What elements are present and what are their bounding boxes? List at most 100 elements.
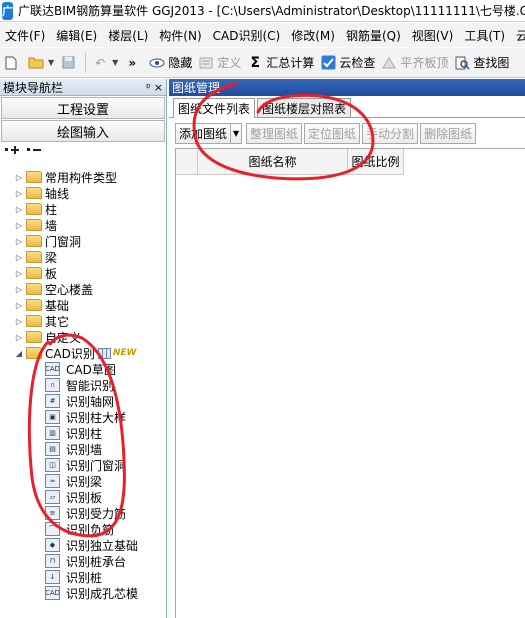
menu-component[interactable]: 构件(N) xyxy=(154,27,207,44)
tree-item[interactable]: ▷ 空心楼盖 xyxy=(0,281,166,297)
find-drawing-label: 查找图 xyxy=(473,56,510,70)
expand-icon[interactable]: ▷ xyxy=(14,316,24,326)
wall-icon: ▤ xyxy=(45,442,60,456)
module-navigation-panel: 模块导航栏 ᵖ × 工程设置 绘图输入 ▷ 常用构件类型 ▷ 轴线 ▷ 柱 ▷ 墙 ▷ 门… xyxy=(0,79,167,618)
negative-rebar-icon: ⌒ xyxy=(45,522,60,536)
tree-item-recognize-negative-rebar[interactable]: ⌒ 识别负筋 xyxy=(0,521,166,537)
organize-drawing-button[interactable]: 整理图纸 xyxy=(246,122,303,144)
tree-item-recognize-isolated-footing[interactable]: ◆ 识别独立基础 xyxy=(0,537,166,553)
chevron-down-icon[interactable]: ▼ xyxy=(48,58,54,67)
tree-item-label: 识别桩 xyxy=(66,570,103,585)
tree-item[interactable]: ▷ 梁 xyxy=(0,249,166,265)
tree-item-recognize-axis[interactable]: # 识别轴网 xyxy=(0,393,166,409)
chevron-down-icon[interactable]: ▼ xyxy=(112,58,118,67)
grid-icon xyxy=(97,347,111,359)
axis-grid-icon: # xyxy=(45,394,60,408)
folder-icon xyxy=(26,283,42,295)
cloud-check-button[interactable]: 云检查 xyxy=(317,51,378,75)
menu-floor[interactable]: 楼层(L) xyxy=(103,27,154,44)
chevron-down-icon[interactable]: ▼ xyxy=(231,122,243,144)
toolbar-overflow-button[interactable]: » xyxy=(121,51,146,75)
menu-edit[interactable]: 编辑(E) xyxy=(51,27,103,44)
tab-drawing-file-list[interactable]: 图纸文件列表 xyxy=(173,98,256,118)
folder-icon xyxy=(26,171,42,183)
add-drawing-button[interactable]: 添加图纸 xyxy=(175,122,232,144)
tree-item[interactable]: ▷ 墙 xyxy=(0,217,166,233)
expand-icon[interactable]: ▷ xyxy=(14,300,24,310)
open-file-button[interactable]: ▼ xyxy=(25,51,57,75)
menu-tools[interactable]: 工具(T) xyxy=(459,27,511,44)
tree-item-recognize-wall[interactable]: ▤ 识别墙 xyxy=(0,441,166,457)
tree-item-recognize-column[interactable]: ▥ 识别柱 xyxy=(0,425,166,441)
menu-cloud[interactable]: 云应用 xyxy=(511,27,525,44)
tree-item[interactable]: ▷ 板 xyxy=(0,265,166,281)
undo-button[interactable]: ↶ ▼ xyxy=(89,51,121,75)
sum-calculate-button[interactable]: Σ 汇总计算 xyxy=(244,51,317,75)
tree-item-label: 识别墙 xyxy=(66,442,103,457)
expand-icon[interactable]: ▷ xyxy=(14,204,24,214)
tree-item[interactable]: ▷ 其它 xyxy=(0,313,166,329)
tree-item-recognize-hole-core-mold[interactable]: CAD 识别成孔芯模 xyxy=(0,585,166,601)
menu-rebar-quantity[interactable]: 钢筋量(Q) xyxy=(341,27,407,44)
tree-item-recognize-door-window[interactable]: ◫ 识别门窗洞 xyxy=(0,457,166,473)
tree-item[interactable]: ▷ 门窗洞 xyxy=(0,233,166,249)
menu-file[interactable]: 文件(F) xyxy=(0,27,51,44)
tree-item[interactable]: ▷ 自定义 xyxy=(0,329,166,345)
collapse-icon[interactable]: ◢ xyxy=(14,348,24,358)
close-icon[interactable]: × xyxy=(154,81,163,94)
tree-item-recognize-column-detail[interactable]: ▣ 识别柱大样 xyxy=(0,409,166,425)
tree-item[interactable]: ▷ 柱 xyxy=(0,201,166,217)
find-drawing-button[interactable]: 查找图 xyxy=(451,51,512,75)
drawing-input-button[interactable]: 绘图输入 xyxy=(1,120,165,142)
column-header-drawing-name[interactable]: 图纸名称 xyxy=(198,149,348,175)
new-file-button[interactable] xyxy=(0,51,25,75)
tree-item-label: 板 xyxy=(45,266,58,281)
expand-icon[interactable]: ▷ xyxy=(14,252,24,262)
delete-drawing-button[interactable]: 删除图纸 xyxy=(420,122,477,144)
tree-item-cad-sketch[interactable]: CAD CAD草图 xyxy=(0,361,166,377)
project-settings-button[interactable]: 工程设置 xyxy=(1,97,165,119)
tree-item-recognize-pile-cap[interactable]: ⊓ 识别桩承台 xyxy=(0,553,166,569)
expand-all-icon[interactable] xyxy=(5,146,21,162)
tree-item-label: CAD识别 xyxy=(45,346,95,361)
tree-item-label: 自定义 xyxy=(45,330,82,345)
menu-view[interactable]: 视图(V) xyxy=(407,27,460,44)
expand-icon[interactable]: ▷ xyxy=(14,188,24,198)
check-icon xyxy=(320,55,336,71)
tree-item[interactable]: ▷ 轴线 xyxy=(0,185,166,201)
tree-item-recognize-main-rebar[interactable]: ≡ 识别受力筋 xyxy=(0,505,166,521)
expand-icon[interactable]: ▷ xyxy=(14,332,24,342)
folder-icon xyxy=(26,187,42,199)
tree-item[interactable]: ▷ 基础 xyxy=(0,297,166,313)
save-button[interactable] xyxy=(57,51,82,75)
tree-item-recognize-slab[interactable]: ▱ 识别板 xyxy=(0,489,166,505)
tree-item-smart-recognition[interactable]: ∩ 智能识别 xyxy=(0,377,166,393)
save-icon xyxy=(60,55,76,71)
tree-item-cad-recognition[interactable]: ◢ CAD识别 NEW xyxy=(0,345,166,361)
menu-cad-recognition[interactable]: CAD识别(C) xyxy=(208,27,287,44)
tree-item-label: 识别板 xyxy=(66,490,103,505)
locate-drawing-button[interactable]: 定位图纸 xyxy=(304,122,361,144)
define-button[interactable]: 定义 xyxy=(195,51,244,75)
expand-icon[interactable]: ▷ xyxy=(14,284,24,294)
tree-item-label: 识别门窗洞 xyxy=(66,458,127,473)
menu-modify[interactable]: 修改(M) xyxy=(286,27,341,44)
manual-split-button[interactable]: 手动分割 xyxy=(362,122,419,144)
tree-item-recognize-beam[interactable]: ═ 识别梁 xyxy=(0,473,166,489)
tree-item-recognize-pile[interactable]: ↓ 识别桩 xyxy=(0,569,166,585)
flatten-slab-top-button[interactable]: 平齐板顶 xyxy=(378,51,451,75)
tree-item[interactable]: ▷ 常用构件类型 xyxy=(0,169,166,185)
tab-drawing-floor-mapping[interactable]: 图纸楼层对照表 xyxy=(257,98,352,117)
expand-icon[interactable]: ▷ xyxy=(14,236,24,246)
pin-icon[interactable]: ᵖ xyxy=(146,81,151,94)
expand-icon[interactable]: ▷ xyxy=(14,268,24,278)
folder-icon xyxy=(26,235,42,247)
expand-icon[interactable]: ▷ xyxy=(14,172,24,182)
collapse-all-icon[interactable] xyxy=(27,146,43,162)
drawing-management-header: 图纸管理 xyxy=(169,79,525,96)
hide-button[interactable]: 隐藏 xyxy=(146,51,195,75)
expand-icon[interactable]: ▷ xyxy=(14,220,24,230)
cloud-check-label: 云检查 xyxy=(339,56,376,70)
slab-icon: ▱ xyxy=(45,490,60,504)
column-header-drawing-scale[interactable]: 图纸比例 xyxy=(348,149,404,175)
